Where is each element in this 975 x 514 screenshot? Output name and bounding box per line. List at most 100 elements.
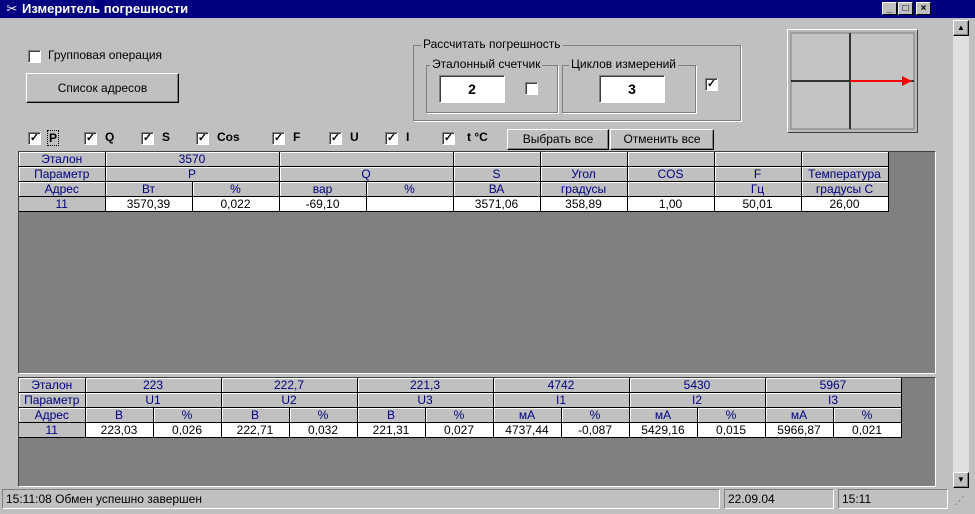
- param-col-q: Q: [279, 166, 454, 182]
- data-cell[interactable]: [366, 196, 454, 212]
- param-col-u3: U3: [357, 392, 494, 408]
- param-checkbox-t[interactable]: ✓: [442, 132, 455, 145]
- cycles-checkbox[interactable]: ✓: [705, 78, 718, 91]
- param-checkbox-s[interactable]: ✓: [141, 132, 154, 145]
- param-col-i1: I1: [493, 392, 630, 408]
- close-button[interactable]: ×: [916, 2, 931, 15]
- window-title: Измеритель погрешности: [22, 1, 189, 16]
- ref-f-value[interactable]: [714, 152, 802, 167]
- app-icon[interactable]: ✂: [4, 1, 20, 17]
- param-checkbox-cos[interactable]: ✓: [196, 132, 209, 145]
- data-cell[interactable]: 5429,16: [629, 422, 698, 438]
- ref-u3-value[interactable]: 221,3: [357, 378, 494, 393]
- param-label-f: F: [293, 130, 301, 144]
- data-cell[interactable]: 358,89: [540, 196, 628, 212]
- data-cell[interactable]: 0,021: [833, 422, 902, 438]
- scroll-up-arrow-icon[interactable]: ▲: [953, 20, 969, 36]
- data-cell[interactable]: 4737,44: [493, 422, 562, 438]
- ref-i3-value[interactable]: 5967: [765, 378, 902, 393]
- data-cell[interactable]: 26,00: [801, 196, 889, 212]
- group-operation-checkbox[interactable]: [28, 50, 41, 63]
- ref-angle-value[interactable]: [540, 152, 628, 167]
- title-bar[interactable]: ✂ Измеритель погрешности _ □ ×: [0, 0, 975, 18]
- group-operation-label: Групповая операция: [48, 48, 163, 62]
- param-col-cos: COS: [627, 166, 715, 182]
- power-table: Эталон 3570 Параметр P Q S Угол COS F Те…: [19, 152, 889, 212]
- address-cell[interactable]: 11: [19, 422, 86, 438]
- ref-temp-value[interactable]: [801, 152, 889, 167]
- data-cell[interactable]: 5966,87: [765, 422, 834, 438]
- vertical-scrollbar[interactable]: ▲ ▼: [953, 20, 969, 488]
- reference-meter-input[interactable]: 2: [439, 75, 505, 103]
- size-grip-icon[interactable]: ⋰: [954, 493, 970, 509]
- data-cell[interactable]: 3570,39: [105, 196, 193, 212]
- data-cell[interactable]: 0,027: [425, 422, 494, 438]
- data-cell[interactable]: 3571,06: [453, 196, 541, 212]
- unit-cell: вар: [279, 181, 367, 197]
- vc-param-row: Параметр U1 U2 U3 I1 I2 I3: [19, 392, 902, 408]
- address-list-button[interactable]: Список адресов: [26, 73, 179, 103]
- data-cell[interactable]: 0,026: [153, 422, 222, 438]
- ref-i2-value[interactable]: 5430: [629, 378, 766, 393]
- data-cell[interactable]: 0,022: [192, 196, 280, 212]
- ref-i1-value[interactable]: 4742: [493, 378, 630, 393]
- ref-p-value[interactable]: 3570: [105, 152, 280, 167]
- param-checkbox-q[interactable]: ✓: [84, 132, 97, 145]
- minimize-button[interactable]: _: [882, 2, 897, 15]
- unit-row-label: Адрес: [19, 407, 86, 423]
- ref-s-value[interactable]: [453, 152, 541, 167]
- address-cell[interactable]: 11: [19, 196, 106, 212]
- data-cell[interactable]: 222,71: [221, 422, 290, 438]
- ref-q-value[interactable]: [279, 152, 454, 167]
- reference-meter-checkbox[interactable]: [525, 82, 538, 95]
- ref-cos-value[interactable]: [627, 152, 715, 167]
- data-cell[interactable]: 223,03: [85, 422, 154, 438]
- power-param-row: Параметр P Q S Угол COS F Температура: [19, 166, 889, 182]
- param-col-u1: U1: [85, 392, 222, 408]
- voltage-current-table: Эталон 223 222,7 221,3 4742 5430 5967 Па…: [19, 378, 902, 438]
- param-checkbox-p[interactable]: ✓: [28, 132, 41, 145]
- data-cell[interactable]: -69,10: [279, 196, 367, 212]
- deselect-all-button[interactable]: Отменить все: [610, 129, 714, 150]
- param-col-p: P: [105, 166, 280, 182]
- unit-cell: Гц: [714, 181, 802, 197]
- param-checkbox-u[interactable]: ✓: [329, 132, 342, 145]
- scroll-down-arrow-icon[interactable]: ▼: [953, 472, 969, 488]
- param-col-i2: I2: [629, 392, 766, 408]
- ref-u2-value[interactable]: 222,7: [221, 378, 358, 393]
- unit-cell: градусы: [540, 181, 628, 197]
- cycles-input[interactable]: 3: [599, 75, 665, 103]
- data-cell[interactable]: 221,31: [357, 422, 426, 438]
- param-row-label: Параметр: [19, 392, 86, 408]
- data-cell[interactable]: 1,00: [627, 196, 715, 212]
- voltage-current-grid[interactable]: Эталон 223 222,7 221,3 4742 5430 5967 Па…: [18, 377, 936, 487]
- param-checkbox-i[interactable]: ✓: [385, 132, 398, 145]
- status-message: 15:11:08 Обмен успешно завершен: [2, 489, 720, 509]
- power-unit-row: Адрес Вт % вар % ВА градусы Гц градусы С: [19, 181, 889, 197]
- data-cell[interactable]: 0,015: [697, 422, 766, 438]
- unit-row-label: Адрес: [19, 181, 106, 197]
- select-all-button[interactable]: Выбрать все: [507, 129, 609, 150]
- table-row[interactable]: 11 3570,39 0,022 -69,10 3571,06 358,89 1…: [19, 196, 889, 212]
- unit-cell: %: [425, 407, 494, 423]
- unit-cell: мА: [493, 407, 562, 423]
- param-col-angle: Угол: [540, 166, 628, 182]
- unit-cell: ВА: [453, 181, 541, 197]
- client-area: Групповая операция Список адресов Рассчи…: [4, 20, 952, 488]
- data-cell[interactable]: 50,01: [714, 196, 802, 212]
- table-row[interactable]: 11 223,03 0,026 222,71 0,032 221,31 0,02…: [19, 422, 902, 438]
- param-label-q: Q: [105, 130, 115, 144]
- unit-cell: %: [366, 181, 454, 197]
- data-cell[interactable]: -0,087: [561, 422, 630, 438]
- param-checkbox-f[interactable]: ✓: [272, 132, 285, 145]
- unit-cell: Вт: [105, 181, 193, 197]
- data-cell[interactable]: 0,032: [289, 422, 358, 438]
- maximize-button[interactable]: □: [898, 2, 913, 15]
- param-label-t: t °C: [467, 130, 488, 144]
- power-ref-row: Эталон 3570: [19, 152, 889, 167]
- ref-u1-value[interactable]: 223: [85, 378, 222, 393]
- power-grid[interactable]: Эталон 3570 Параметр P Q S Угол COS F Те…: [18, 151, 936, 374]
- param-label-p: P: [47, 130, 60, 146]
- param-col-f: F: [714, 166, 802, 182]
- status-time: 15:11: [838, 489, 948, 509]
